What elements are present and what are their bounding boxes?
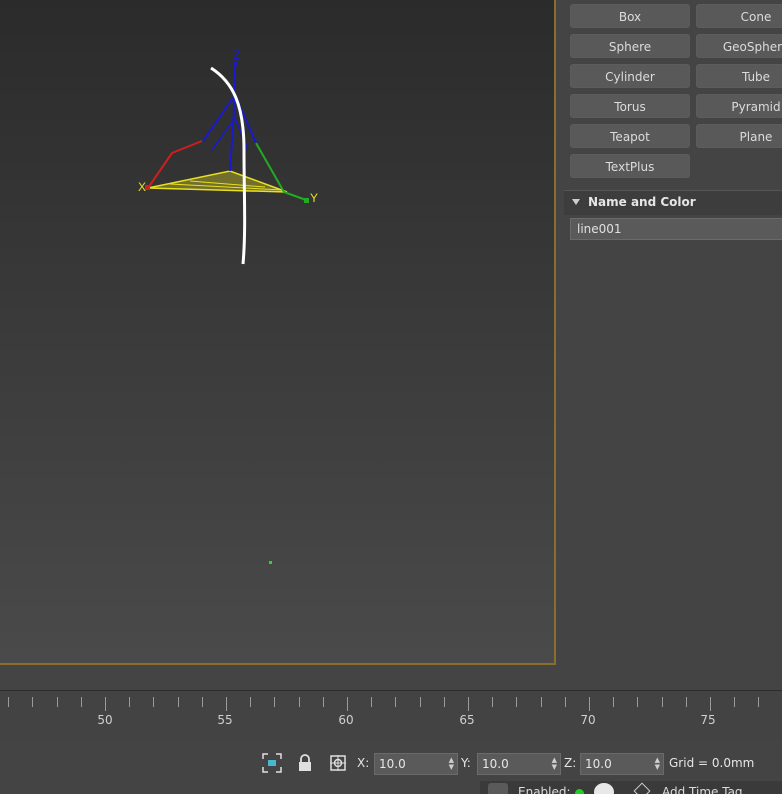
ruler-tick [274,697,276,707]
ruler-tick [468,697,469,711]
perspective-viewport[interactable]: X Y Z [0,0,556,665]
ruler-tick [613,697,615,707]
absolute-mode-icon[interactable] [326,751,350,775]
x-axis-label: X [138,180,146,194]
frame-label: 55 [217,713,233,727]
ruler-tick [589,697,590,711]
command-panel: Box Cone Sphere GeoSphere Cylinder Tube … [558,0,782,690]
ruler-tick [105,697,106,711]
spline-line001[interactable] [210,66,247,265]
y-axis-line [283,191,307,201]
geosphere-button[interactable]: GeoSphere [696,34,782,58]
y-coord-value: 10.0 [482,757,509,771]
x-coord-field[interactable]: 10.0 ▲ ▼ [374,753,458,775]
textplus-button[interactable]: TextPlus [570,154,690,178]
name-and-color-rollout[interactable]: Name and Color [564,190,782,215]
frame-label: 50 [97,713,113,727]
ruler-tick [56,697,58,707]
z-coord-field[interactable]: 10.0 ▲ ▼ [580,753,664,775]
rollout-title: Name and Color [588,195,696,209]
ruler-tick [201,697,203,707]
pyramid-button[interactable]: Pyramid [696,94,782,118]
torus-button[interactable]: Torus [570,94,690,118]
ruler-tick [153,697,155,707]
ruler-tick [226,697,227,711]
y-axis-label: Y [310,191,318,205]
cone-button[interactable]: Cone [696,4,782,28]
x-axis-line [147,152,173,189]
enabled-label: Enabled: [518,785,571,794]
ruler-tick [250,697,252,707]
box-button[interactable]: Box [570,4,690,28]
frame-label: 60 [338,713,354,727]
ruler-tick [177,697,179,707]
ruler-tick [395,697,397,707]
x-coord-label: X: [357,756,370,770]
spinner-arrows-icon[interactable]: ▲ ▼ [655,757,660,771]
z-axis-line [229,94,236,172]
y-axis-endpoint [304,198,309,203]
frame-label: 75 [700,713,716,727]
object-name-field[interactable]: line001 [570,218,782,240]
ruler-tick [758,697,760,707]
teapot-button[interactable]: Teapot [570,124,690,148]
collapse-triangle-icon[interactable] [572,199,580,205]
ruler-tick [371,697,373,707]
frame-label: 70 [580,713,596,727]
ruler-tick [685,697,687,707]
time-tag-bar: Enabled: Add Time Tag [480,781,782,794]
ruler-tick [564,697,566,707]
ruler-tick [129,697,131,707]
ruler-tick [80,697,82,707]
timeline-ruler[interactable]: 50 55 60 65 70 75 [0,690,782,742]
sphere-button[interactable]: Sphere [570,34,690,58]
z-axis-endpoint [233,62,237,66]
ruler-tick [540,697,542,707]
ruler-tick [710,697,711,711]
x-coord-value: 10.0 [379,757,406,771]
cylinder-button[interactable]: Cylinder [570,64,690,88]
spinner-arrows-icon[interactable]: ▲ ▼ [449,757,454,771]
grid-size-text: Grid = 0.0mm [669,756,755,770]
status-bar: X: 10.0 ▲ ▼ Y: 10.0 ▲ ▼ Z: 10.0 ▲ ▼ Grid = 0.0… [0,741,782,794]
ruler-tick [516,697,518,707]
enabled-status-icon [575,789,584,794]
tube-button[interactable]: Tube [696,64,782,88]
ruler-tick [8,697,10,707]
frame-label: 65 [459,713,475,727]
viewport-scene: X Y Z [138,48,318,564]
ruler-tick [734,697,736,707]
isolate-selection-icon[interactable] [260,751,284,775]
key-mode-icon[interactable] [594,783,614,794]
ruler-tick [443,697,445,707]
z-axis-line [202,94,236,142]
time-tag-icon [633,782,651,794]
ruler-tick [32,697,34,707]
ruler-tick [347,697,348,711]
lock-icon[interactable] [293,751,317,775]
ruler-tick [492,697,494,707]
ruler-tick [419,697,421,707]
spinner-arrows-icon[interactable]: ▲ ▼ [552,757,557,771]
plane-button[interactable]: Plane [696,124,782,148]
y-coord-label: Y: [461,756,471,770]
z-axis-label: Z [233,48,240,62]
ruler-tick [322,697,324,707]
x-axis-line [171,140,203,154]
y-coord-field[interactable]: 10.0 ▲ ▼ [477,753,561,775]
z-coord-label: Z: [564,756,577,770]
ruler-tick [637,697,639,707]
pivot-point [269,561,272,564]
ruler-tick [661,697,663,707]
ruler-tick [298,697,300,707]
adaptive-degradation-icon[interactable] [488,783,508,794]
z-coord-value: 10.0 [585,757,612,771]
add-time-tag-button[interactable]: Add Time Tag [662,785,743,794]
